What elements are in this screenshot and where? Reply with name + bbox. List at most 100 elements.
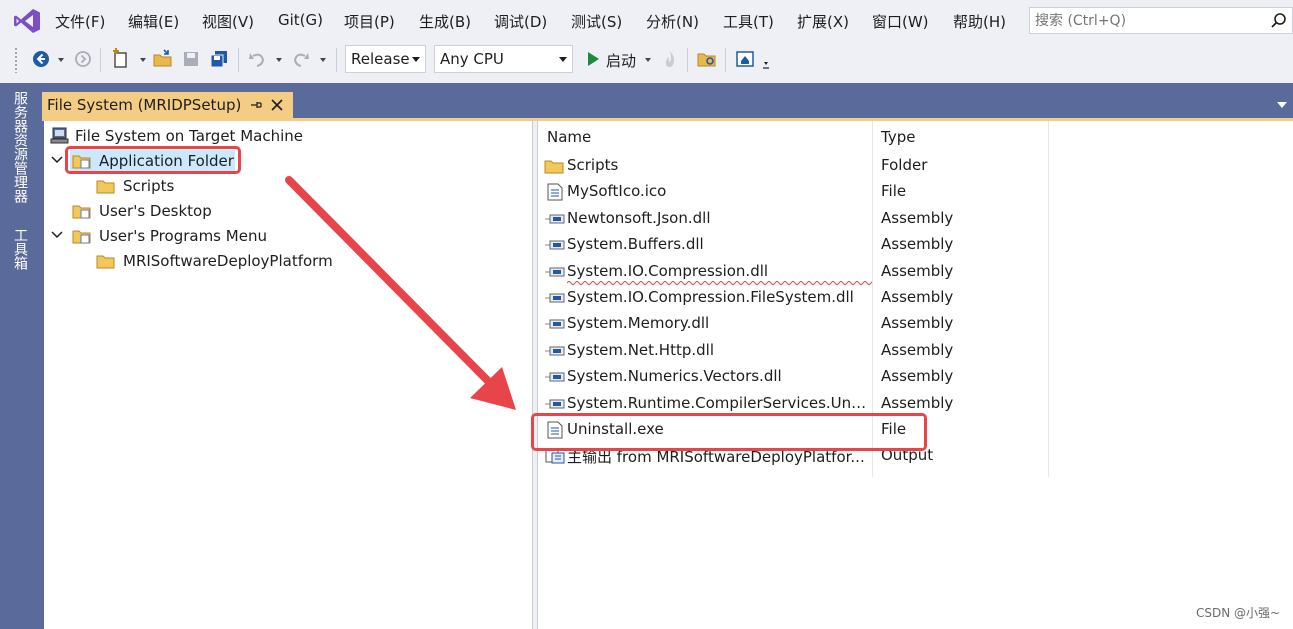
list-row[interactable]: System.IO.Compression.dll Assembly	[538, 259, 1058, 285]
navigate-forward-icon[interactable]	[72, 48, 94, 70]
navigate-back-icon[interactable]	[30, 48, 52, 70]
row-name: System.IO.Compression.FileSystem.dll	[567, 288, 854, 306]
assembly-icon	[544, 289, 566, 307]
assembly-icon	[544, 342, 566, 360]
annotation-box-uninstall	[531, 413, 927, 451]
tree-node-label: Scripts	[123, 177, 175, 195]
menu-view[interactable]: 视图(V)	[202, 11, 254, 32]
row-type: Folder	[881, 156, 928, 174]
find-in-files-icon[interactable]	[696, 48, 718, 70]
close-icon[interactable]	[270, 98, 284, 112]
redo-icon[interactable]	[290, 48, 312, 70]
row-type: Assembly	[881, 288, 954, 306]
row-name: System.Numerics.Vectors.dll	[567, 367, 782, 386]
tree-node-label: MRISoftwareDeployPlatform	[123, 252, 333, 270]
tree-root[interactable]: File System on Target Machine	[50, 125, 320, 147]
folder-icon	[544, 157, 566, 175]
special-folder-icon	[72, 205, 91, 219]
server-explorer-tab[interactable]: 服务器资源管理器	[8, 91, 28, 203]
menu-window[interactable]: 窗口(W)	[872, 11, 929, 32]
menu-test[interactable]: 测试(S)	[571, 11, 622, 32]
row-type: Assembly	[881, 208, 954, 227]
row-type: Assembly	[881, 340, 954, 359]
list-row[interactable]: System.Buffers.dll Assembly	[538, 232, 1058, 258]
assembly-icon	[544, 368, 566, 386]
document-tab-title: File System (MRIDPSetup)	[47, 96, 242, 114]
tree-node-label: User's Programs Menu	[99, 227, 267, 245]
tree-node-label: User's Desktop	[99, 202, 212, 220]
menu-project[interactable]: 项目(P)	[344, 11, 395, 32]
row-name: System.Buffers.dll	[567, 235, 704, 254]
search-input[interactable]	[1030, 8, 1260, 33]
list-row[interactable]: System.Memory.dll Assembly	[538, 311, 1058, 337]
menu-build[interactable]: 生成(B)	[419, 11, 471, 32]
assembly-icon	[544, 210, 566, 228]
toolbox-tab[interactable]: 工具箱	[8, 228, 28, 270]
menu-extensions[interactable]: 扩展(X)	[797, 11, 849, 32]
side-rail: 服务器资源管理器 工具箱	[0, 83, 42, 629]
list-row[interactable]: Scripts Folder	[538, 153, 1058, 179]
tree-node-users-programs-menu[interactable]: User's Programs Menu	[50, 225, 310, 247]
list-row[interactable]: System.IO.Compression.FileSystem.dll Asse…	[538, 285, 1058, 311]
toolbar-overflow-icon[interactable]	[760, 48, 782, 70]
toolbar-separator	[725, 48, 726, 72]
menu-file[interactable]: 文件(F)	[55, 11, 105, 32]
column-header-type[interactable]: Type	[881, 128, 915, 146]
menu-debug[interactable]: 调试(D)	[494, 11, 547, 32]
row-name: Scripts	[567, 156, 619, 174]
new-project-icon[interactable]	[110, 48, 132, 70]
row-type: Assembly	[881, 314, 954, 333]
menu-tools[interactable]: 工具(T)	[723, 11, 774, 32]
undo-dropdown-icon[interactable]	[276, 58, 282, 62]
chevron-down-icon[interactable]	[50, 153, 64, 167]
save-all-icon[interactable]	[208, 48, 230, 70]
row-type: Assembly	[881, 367, 954, 386]
hot-reload-icon[interactable]	[659, 48, 681, 70]
solution-explorer-icon[interactable]	[734, 48, 756, 70]
search-icon[interactable]	[1270, 12, 1288, 30]
save-icon[interactable]	[180, 48, 202, 70]
menu-edit[interactable]: 编辑(E)	[128, 11, 179, 32]
toolbar-separator	[687, 48, 688, 72]
list-row[interactable]: MySoftIco.ico File	[538, 179, 1058, 205]
configuration-select[interactable]: Release	[345, 45, 426, 73]
platform-select[interactable]: Any CPU	[434, 45, 573, 73]
toolbar-grip[interactable]	[14, 47, 18, 73]
column-header-name[interactable]: Name	[547, 128, 591, 146]
open-folder-icon[interactable]	[152, 48, 174, 70]
back-dropdown-icon[interactable]	[58, 58, 64, 62]
platform-value: Any CPU	[440, 50, 504, 68]
toolbar-separator	[336, 48, 337, 72]
document-tab-file-system[interactable]: File System (MRIDPSetup)	[42, 92, 293, 119]
search-box[interactable]	[1029, 7, 1293, 34]
chevron-down-icon	[412, 57, 420, 62]
assembly-icon	[544, 395, 566, 413]
file-icon	[544, 183, 566, 201]
assembly-icon	[544, 315, 566, 333]
chevron-down-icon[interactable]	[50, 228, 64, 242]
start-play-icon[interactable]	[582, 48, 604, 70]
tree-node-mri-software-deploy-platform[interactable]: MRISoftwareDeployPlatform	[96, 250, 356, 272]
new-dropdown-icon[interactable]	[140, 58, 146, 62]
menu-git[interactable]: Git(G)	[278, 11, 323, 29]
computer-icon	[50, 127, 69, 144]
list-row[interactable]: Newtonsoft.Json.dll Assembly	[538, 206, 1058, 232]
list-row[interactable]: System.Net.Http.dll Assembly	[538, 338, 1058, 364]
row-name: Newtonsoft.Json.dll	[567, 208, 711, 227]
menu-analyze[interactable]: 分析(N)	[646, 11, 699, 32]
list-row[interactable]: System.Numerics.Vectors.dll Assembly	[538, 364, 1058, 390]
menu-help[interactable]: 帮助(H)	[953, 11, 1006, 32]
tree-node-scripts[interactable]: Scripts	[96, 175, 216, 197]
assembly-icon	[544, 263, 566, 281]
tree-node-users-desktop[interactable]: User's Desktop	[72, 200, 272, 222]
annotation-box-application-folder	[65, 146, 241, 174]
undo-icon[interactable]	[246, 48, 268, 70]
configuration-value: Release	[351, 50, 410, 68]
start-dropdown-icon[interactable]	[645, 58, 651, 62]
tab-list-dropdown-icon[interactable]	[1277, 102, 1287, 108]
watermark-text: CSDN @小强~	[1196, 606, 1281, 620]
row-name: MySoftIco.ico	[567, 182, 667, 201]
pin-icon[interactable]	[248, 98, 262, 112]
start-button-label[interactable]: 启动	[606, 50, 636, 71]
redo-dropdown-icon[interactable]	[320, 58, 326, 62]
